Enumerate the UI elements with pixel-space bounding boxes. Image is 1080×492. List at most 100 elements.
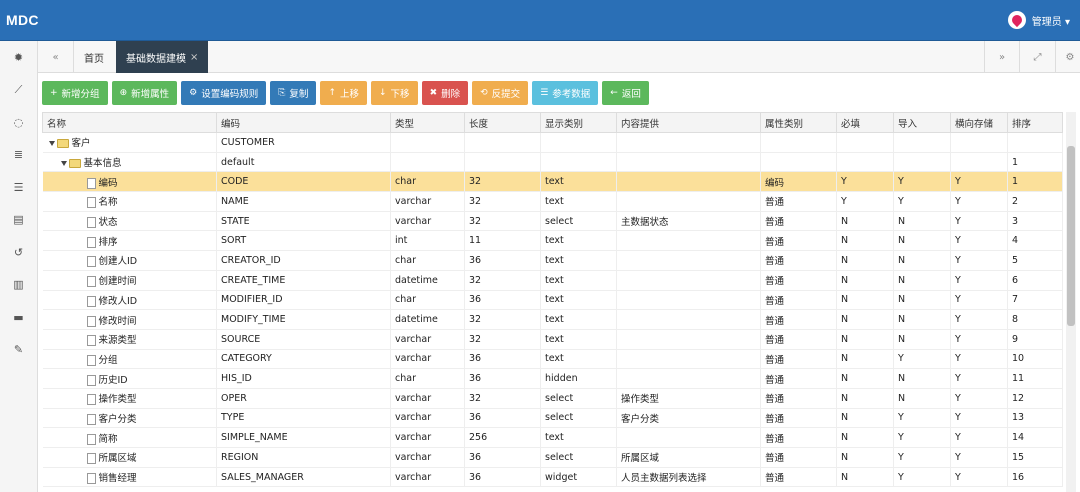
folder-icon — [68, 159, 81, 169]
table-cell: N — [893, 230, 951, 252]
table-cell: N — [836, 427, 894, 448]
column-header[interactable]: 名称 — [42, 112, 217, 133]
list-icon[interactable]: ☰ — [0, 171, 37, 204]
table-row[interactable]: 客户分类 TYPE varchar 36 select 客户分类 普通 N Y Y 13 — [42, 408, 1063, 429]
table-row[interactable]: 修改时间 MODIFY_TIME datetime 32 text 普通 N N Y 8 — [42, 309, 1063, 330]
gear-icon[interactable]: ⚙ — [1052, 41, 1080, 73]
table-cell: 36 — [464, 349, 541, 370]
table-cell: 6 — [1007, 270, 1063, 291]
column-header[interactable]: 长度 — [464, 112, 541, 133]
toolbar-icon: ← — [610, 88, 618, 98]
table-cell: Y — [893, 349, 951, 370]
table-row[interactable]: 分组 CATEGORY varchar 36 text 普通 N Y Y 10 — [42, 349, 1063, 370]
column-header[interactable]: 导入 — [893, 112, 951, 133]
table-cell: Y — [950, 290, 1008, 311]
tree-group-row[interactable]: 客户 CUSTOMER — [42, 132, 1063, 153]
column-header[interactable]: 属性类别 — [760, 112, 837, 133]
table-cell: N — [893, 290, 951, 311]
table-cell: 8 — [1007, 309, 1063, 330]
table-cell: varchar — [390, 447, 465, 468]
table-row[interactable]: 创建人ID CREATOR_ID char 36 text 普通 N N Y 5 — [42, 250, 1063, 271]
toolbar-icon: ⊕ — [119, 88, 128, 98]
toolbar-icon: ⟲ — [480, 88, 488, 98]
table-cell: N — [836, 467, 894, 488]
column-header[interactable]: 必填 — [836, 112, 894, 133]
table-row[interactable]: 简称 SIMPLE_NAME varchar 256 text 普通 N Y Y 14 — [42, 427, 1063, 448]
fullscreen-icon[interactable]: ⤢ — [1020, 41, 1056, 73]
loading-icon[interactable]: ◌ — [0, 106, 37, 139]
file-icon — [86, 236, 96, 248]
table-row[interactable]: 创建时间 CREATE_TIME datetime 32 text 普通 N N Y 6 — [42, 270, 1063, 291]
table-cell: 5 — [1007, 250, 1063, 271]
table-cell: N — [893, 211, 951, 232]
toolbar-button-5[interactable]: ↓ 下移 — [371, 81, 418, 105]
scrollbar-thumb[interactable] — [1067, 146, 1075, 326]
table-row[interactable]: 操作类型 OPER varchar 32 select 操作类型 普通 N N Y 12 — [42, 388, 1063, 409]
toolbar-button-1[interactable]: ⊕ 新增属性 — [111, 81, 178, 105]
toolbar-button-3[interactable]: ⎘ 复制 — [270, 81, 317, 105]
history-icon[interactable]: ↺ — [0, 236, 37, 269]
column-header[interactable]: 排序 — [1007, 112, 1063, 133]
table-cell: Y — [950, 408, 1008, 429]
toolbar-label: 参考数据 — [552, 89, 591, 100]
toolbar-button-0[interactable]: + 新增分组 — [42, 81, 108, 105]
tab-home[interactable]: 首页 — [74, 41, 114, 73]
table-cell: 32 — [464, 191, 541, 212]
toolbar-label: 设置编码规则 — [201, 89, 259, 100]
table-cell — [616, 132, 761, 153]
box-icon[interactable]: ▬ — [0, 301, 37, 334]
table-row[interactable]: 排序 SORT int 11 text 普通 N N Y 4 — [42, 230, 1063, 252]
tree-group-row[interactable]: 基本信息 default 1 — [42, 152, 1063, 173]
expand-icon[interactable] — [60, 161, 67, 167]
table-row[interactable]: 所属区域 REGION varchar 36 select 所属区域 普通 N Y Y 15 — [42, 447, 1063, 468]
table-cell — [616, 290, 761, 311]
card-icon[interactable]: ▤ — [0, 204, 37, 237]
data-grid: 名称 编码 类型 长度 显示类别 内容提供 属性类别 必填 导入 横向存储 排序 客户 CUSTOME… — [42, 112, 1076, 492]
toolbar-icon: ✖ — [429, 88, 438, 98]
toolbar-button-6[interactable]: ✖ 删除 — [421, 81, 469, 105]
expand-icon[interactable] — [48, 141, 55, 147]
table-cell: N — [836, 230, 894, 252]
table-row[interactable]: 历史ID HIS_ID char 36 hidden 普通 N N Y 11 — [42, 368, 1063, 389]
user-menu[interactable]: 管理员 ▾ — [1007, 11, 1070, 29]
toolbar-button-8[interactable]: ☰ 参考数据 — [532, 81, 599, 105]
table-cell: Y — [950, 427, 1008, 448]
film-icon[interactable]: ▥ — [0, 269, 37, 302]
table-cell: N — [836, 211, 894, 232]
table-cell: 普通 — [760, 329, 837, 350]
vertical-scrollbar[interactable] — [1066, 112, 1076, 492]
tab-data-modeling[interactable]: 基础数据建模 × — [116, 41, 209, 73]
dashboard-icon[interactable]: ✹ — [0, 41, 37, 74]
column-header[interactable]: 显示类别 — [540, 112, 617, 133]
table-row[interactable]: 修改人ID MODIFIER_ID char 36 text 普通 N N Y 7 — [42, 290, 1063, 311]
close-icon[interactable]: × — [190, 52, 198, 63]
table-cell: N — [836, 349, 894, 370]
table-cell: SIMPLE_NAME — [216, 427, 391, 448]
toolbar-icon: ⚙ — [189, 88, 198, 98]
table-cell: 普通 — [760, 349, 837, 370]
tab-scroll-left-icon[interactable]: « — [38, 41, 74, 73]
tab-scroll-right-icon[interactable]: » — [984, 41, 1020, 73]
table-cell: N — [836, 447, 894, 468]
table-row[interactable]: 状态 STATE varchar 32 select 主数据状态 普通 N N Y 3 — [42, 211, 1063, 232]
wrench-icon[interactable]: ✎ — [0, 334, 37, 367]
column-header[interactable]: 内容提供 — [616, 112, 761, 133]
table-row[interactable]: 编码 CODE char 32 text 编码 Y Y Y 1 — [42, 171, 1063, 193]
column-header[interactable]: 类型 — [390, 112, 465, 133]
table-cell: Y — [950, 309, 1008, 330]
toolbar-label: 返回 — [621, 89, 641, 100]
chart-icon[interactable]: ⟋ — [0, 74, 37, 107]
toolbar-button-7[interactable]: ⟲ 反提交 — [472, 81, 529, 105]
table-row[interactable]: 来源类型 SOURCE varchar 32 text 普通 N N Y 9 — [42, 329, 1063, 350]
toolbar-button-9[interactable]: ← 返回 — [602, 81, 649, 105]
table-row[interactable]: 销售经理 SALES_MANAGER varchar 36 widget 人员主数据列表选… — [42, 467, 1063, 488]
table-row[interactable]: 名称 NAME varchar 32 text 普通 Y Y Y 2 — [42, 191, 1063, 212]
database-icon[interactable]: ≣ — [0, 139, 37, 172]
toolbar-button-4[interactable]: ↑ 上移 — [320, 81, 367, 105]
column-header[interactable]: 横向存储 — [950, 112, 1008, 133]
column-header[interactable]: 编码 — [216, 112, 391, 133]
cell-label: 操作类型 — [98, 394, 137, 406]
file-icon — [86, 354, 96, 366]
table-cell: 普通 — [760, 368, 837, 389]
toolbar-button-2[interactable]: ⚙ 设置编码规则 — [181, 81, 267, 105]
